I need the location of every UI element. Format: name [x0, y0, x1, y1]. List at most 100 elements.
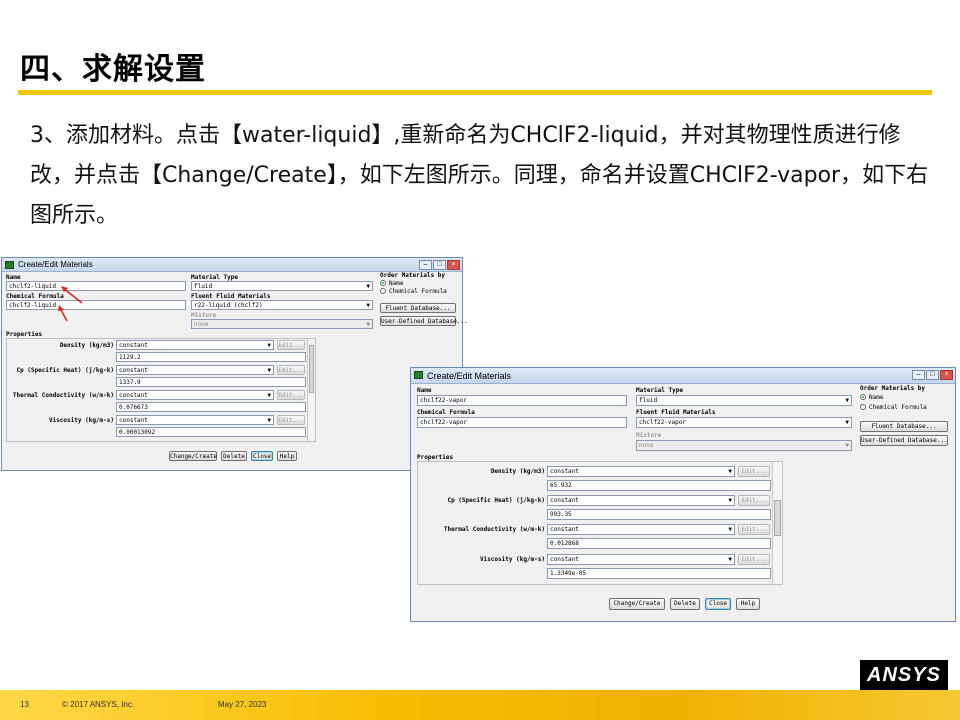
chevron-down-icon: ▼ [366, 283, 370, 290]
viscosity-edit-button[interactable]: Edit... [277, 415, 305, 425]
right-materials-dialog: Create/Edit Materials – □ × Name chclf22… [410, 367, 956, 622]
viscosity-value-input[interactable]: 1.3349e-05 [547, 568, 771, 579]
thermal-conductivity-edit-button[interactable]: Edit... [738, 524, 770, 535]
thermal-conductivity-method-select[interactable]: constant ▼ [547, 524, 735, 535]
viscosity-label: Viscosity (kg/m-s) [479, 556, 545, 563]
help-button[interactable]: Help [277, 451, 297, 461]
fluent-database-button[interactable]: Fluent Database... [860, 421, 948, 432]
instruction-paragraph: 3、添加材料。点击【water-liquid】,重新命名为CHClF2-liqu… [30, 123, 929, 228]
viscosity-label: Viscosity (kg/m-s) [48, 417, 114, 424]
viscosity-edit-button[interactable]: Edit... [738, 554, 770, 565]
chevron-down-icon: ▼ [267, 342, 271, 349]
density-edit-button[interactable]: Edit... [738, 466, 770, 477]
user-defined-database-button[interactable]: User-Defined Database... [380, 316, 468, 326]
order-by-formula-radio[interactable] [860, 404, 866, 410]
chevron-down-icon: ▼ [267, 367, 271, 374]
name-label: Name [417, 387, 432, 394]
cp-method-select[interactable]: constant ▼ [547, 495, 735, 506]
viscosity-method-select[interactable]: constant ▼ [547, 554, 735, 565]
density-method-select[interactable]: constant ▼ [116, 340, 274, 350]
density-label: Density (kg/m3) [59, 342, 114, 349]
viscosity-method-value: constant [550, 556, 579, 563]
chemical-formula-label: Chemical Formula [417, 409, 475, 416]
close-button[interactable]: Close [251, 451, 273, 461]
material-type-label: Material Type [636, 387, 683, 394]
maximize-icon[interactable]: □ [433, 260, 446, 270]
order-by-formula-radio[interactable] [380, 288, 386, 294]
properties-label: Properties [6, 331, 43, 338]
material-type-select[interactable]: fluid ▼ [191, 281, 373, 291]
cp-label: Cp (Specific Heat) (j/kg-k) [16, 367, 114, 374]
cp-label: Cp (Specific Heat) (j/kg-k) [447, 497, 545, 504]
chemical-formula-input[interactable]: chclf2-liquid [6, 300, 186, 310]
material-type-value: fluid [194, 283, 213, 290]
order-by-name-radio[interactable] [380, 280, 386, 286]
fluent-app-icon [5, 261, 14, 269]
order-materials-label: Order Materials by [860, 385, 926, 392]
thermal-conductivity-method-select[interactable]: constant ▼ [116, 390, 274, 400]
scrollbar-thumb[interactable] [309, 345, 314, 393]
footer-date: May 27, 2023 [218, 700, 267, 709]
cp-method-select[interactable]: constant ▼ [116, 365, 274, 375]
page-number: 13 [20, 700, 29, 709]
cp-value-input[interactable]: 1337.9 [116, 377, 306, 387]
fluent-fluid-materials-label: Fluent Fluid Materials [191, 293, 271, 300]
thermal-conductivity-method-value: constant [119, 392, 148, 399]
minimize-icon[interactable]: – [912, 370, 925, 380]
close-icon[interactable]: × [447, 260, 460, 270]
density-value-input[interactable]: 1129.2 [116, 352, 306, 362]
mixture-label: Mixture [636, 432, 662, 439]
left-dialog-title: Create/Edit Materials [18, 260, 93, 269]
properties-scrollbar[interactable] [307, 339, 315, 441]
change-create-button[interactable]: Change/Create [609, 598, 665, 610]
density-edit-button[interactable]: Edit... [277, 340, 305, 350]
thermal-conductivity-value-input[interactable]: 0.012868 [547, 538, 771, 549]
scrollbar-thumb[interactable] [774, 500, 781, 536]
thermal-conductivity-label: Thermal Conductivity (w/m-k) [12, 392, 114, 399]
order-materials-label: Order Materials by [380, 272, 446, 279]
thermal-conductivity-value-input[interactable]: 0.076673 [116, 402, 306, 412]
viscosity-method-value: constant [119, 417, 148, 424]
close-icon[interactable]: × [940, 370, 953, 380]
material-type-select[interactable]: fluid ▼ [636, 395, 852, 406]
density-value-input[interactable]: 65.932 [547, 480, 771, 491]
user-defined-database-button[interactable]: User-Defined Database... [860, 435, 948, 446]
fluent-fluid-materials-label: Fluent Fluid Materials [636, 409, 716, 416]
name-label: Name [6, 274, 21, 281]
cp-edit-button[interactable]: Edit... [738, 495, 770, 506]
properties-scrollbar[interactable] [772, 462, 782, 584]
right-dialog-titlebar[interactable]: Create/Edit Materials – □ × [411, 368, 955, 384]
minimize-icon[interactable]: – [419, 260, 432, 270]
density-method-select[interactable]: constant ▼ [547, 466, 735, 477]
thermal-conductivity-label: Thermal Conductivity (w/m-k) [443, 526, 545, 533]
order-by-name-radio[interactable] [860, 394, 866, 400]
thermal-conductivity-edit-button[interactable]: Edit... [277, 390, 305, 400]
delete-button[interactable]: Delete [670, 598, 700, 610]
footer-bar [0, 690, 960, 720]
change-create-button[interactable]: Change/Create [169, 451, 217, 461]
density-label: Density (kg/m3) [490, 468, 545, 475]
name-input[interactable]: chclf2-liquid [6, 281, 186, 291]
chevron-down-icon: ▼ [267, 392, 271, 399]
fluent-fluid-materials-select[interactable]: chclf22-vapor ▼ [636, 417, 852, 428]
title-underline [18, 90, 932, 95]
help-button[interactable]: Help [736, 598, 760, 610]
left-dialog-titlebar[interactable]: Create/Edit Materials – □ × [2, 258, 462, 272]
cp-edit-button[interactable]: Edit... [277, 365, 305, 375]
fluent-fluid-value: r22-liquid (chclf2) [194, 302, 263, 309]
cp-value-input[interactable]: 993.35 [547, 509, 771, 520]
viscosity-value-input[interactable]: 0.00013092 [116, 427, 306, 437]
maximize-icon[interactable]: □ [926, 370, 939, 380]
material-type-label: Material Type [191, 274, 238, 281]
density-method-value: constant [119, 342, 148, 349]
fluent-database-button[interactable]: Fluent Database... [380, 303, 456, 313]
close-button[interactable]: Close [705, 598, 731, 610]
name-input[interactable]: chclf22-vapor [417, 395, 627, 406]
chemical-formula-input[interactable]: chclf22-vapor [417, 417, 627, 428]
viscosity-method-select[interactable]: constant ▼ [116, 415, 274, 425]
delete-button[interactable]: Delete [221, 451, 247, 461]
fluent-fluid-materials-select[interactable]: r22-liquid (chclf2) ▼ [191, 300, 373, 310]
chevron-down-icon: ▼ [728, 556, 732, 563]
chevron-down-icon: ▼ [728, 526, 732, 533]
chemical-formula-label: Chemical Formula [6, 293, 64, 300]
